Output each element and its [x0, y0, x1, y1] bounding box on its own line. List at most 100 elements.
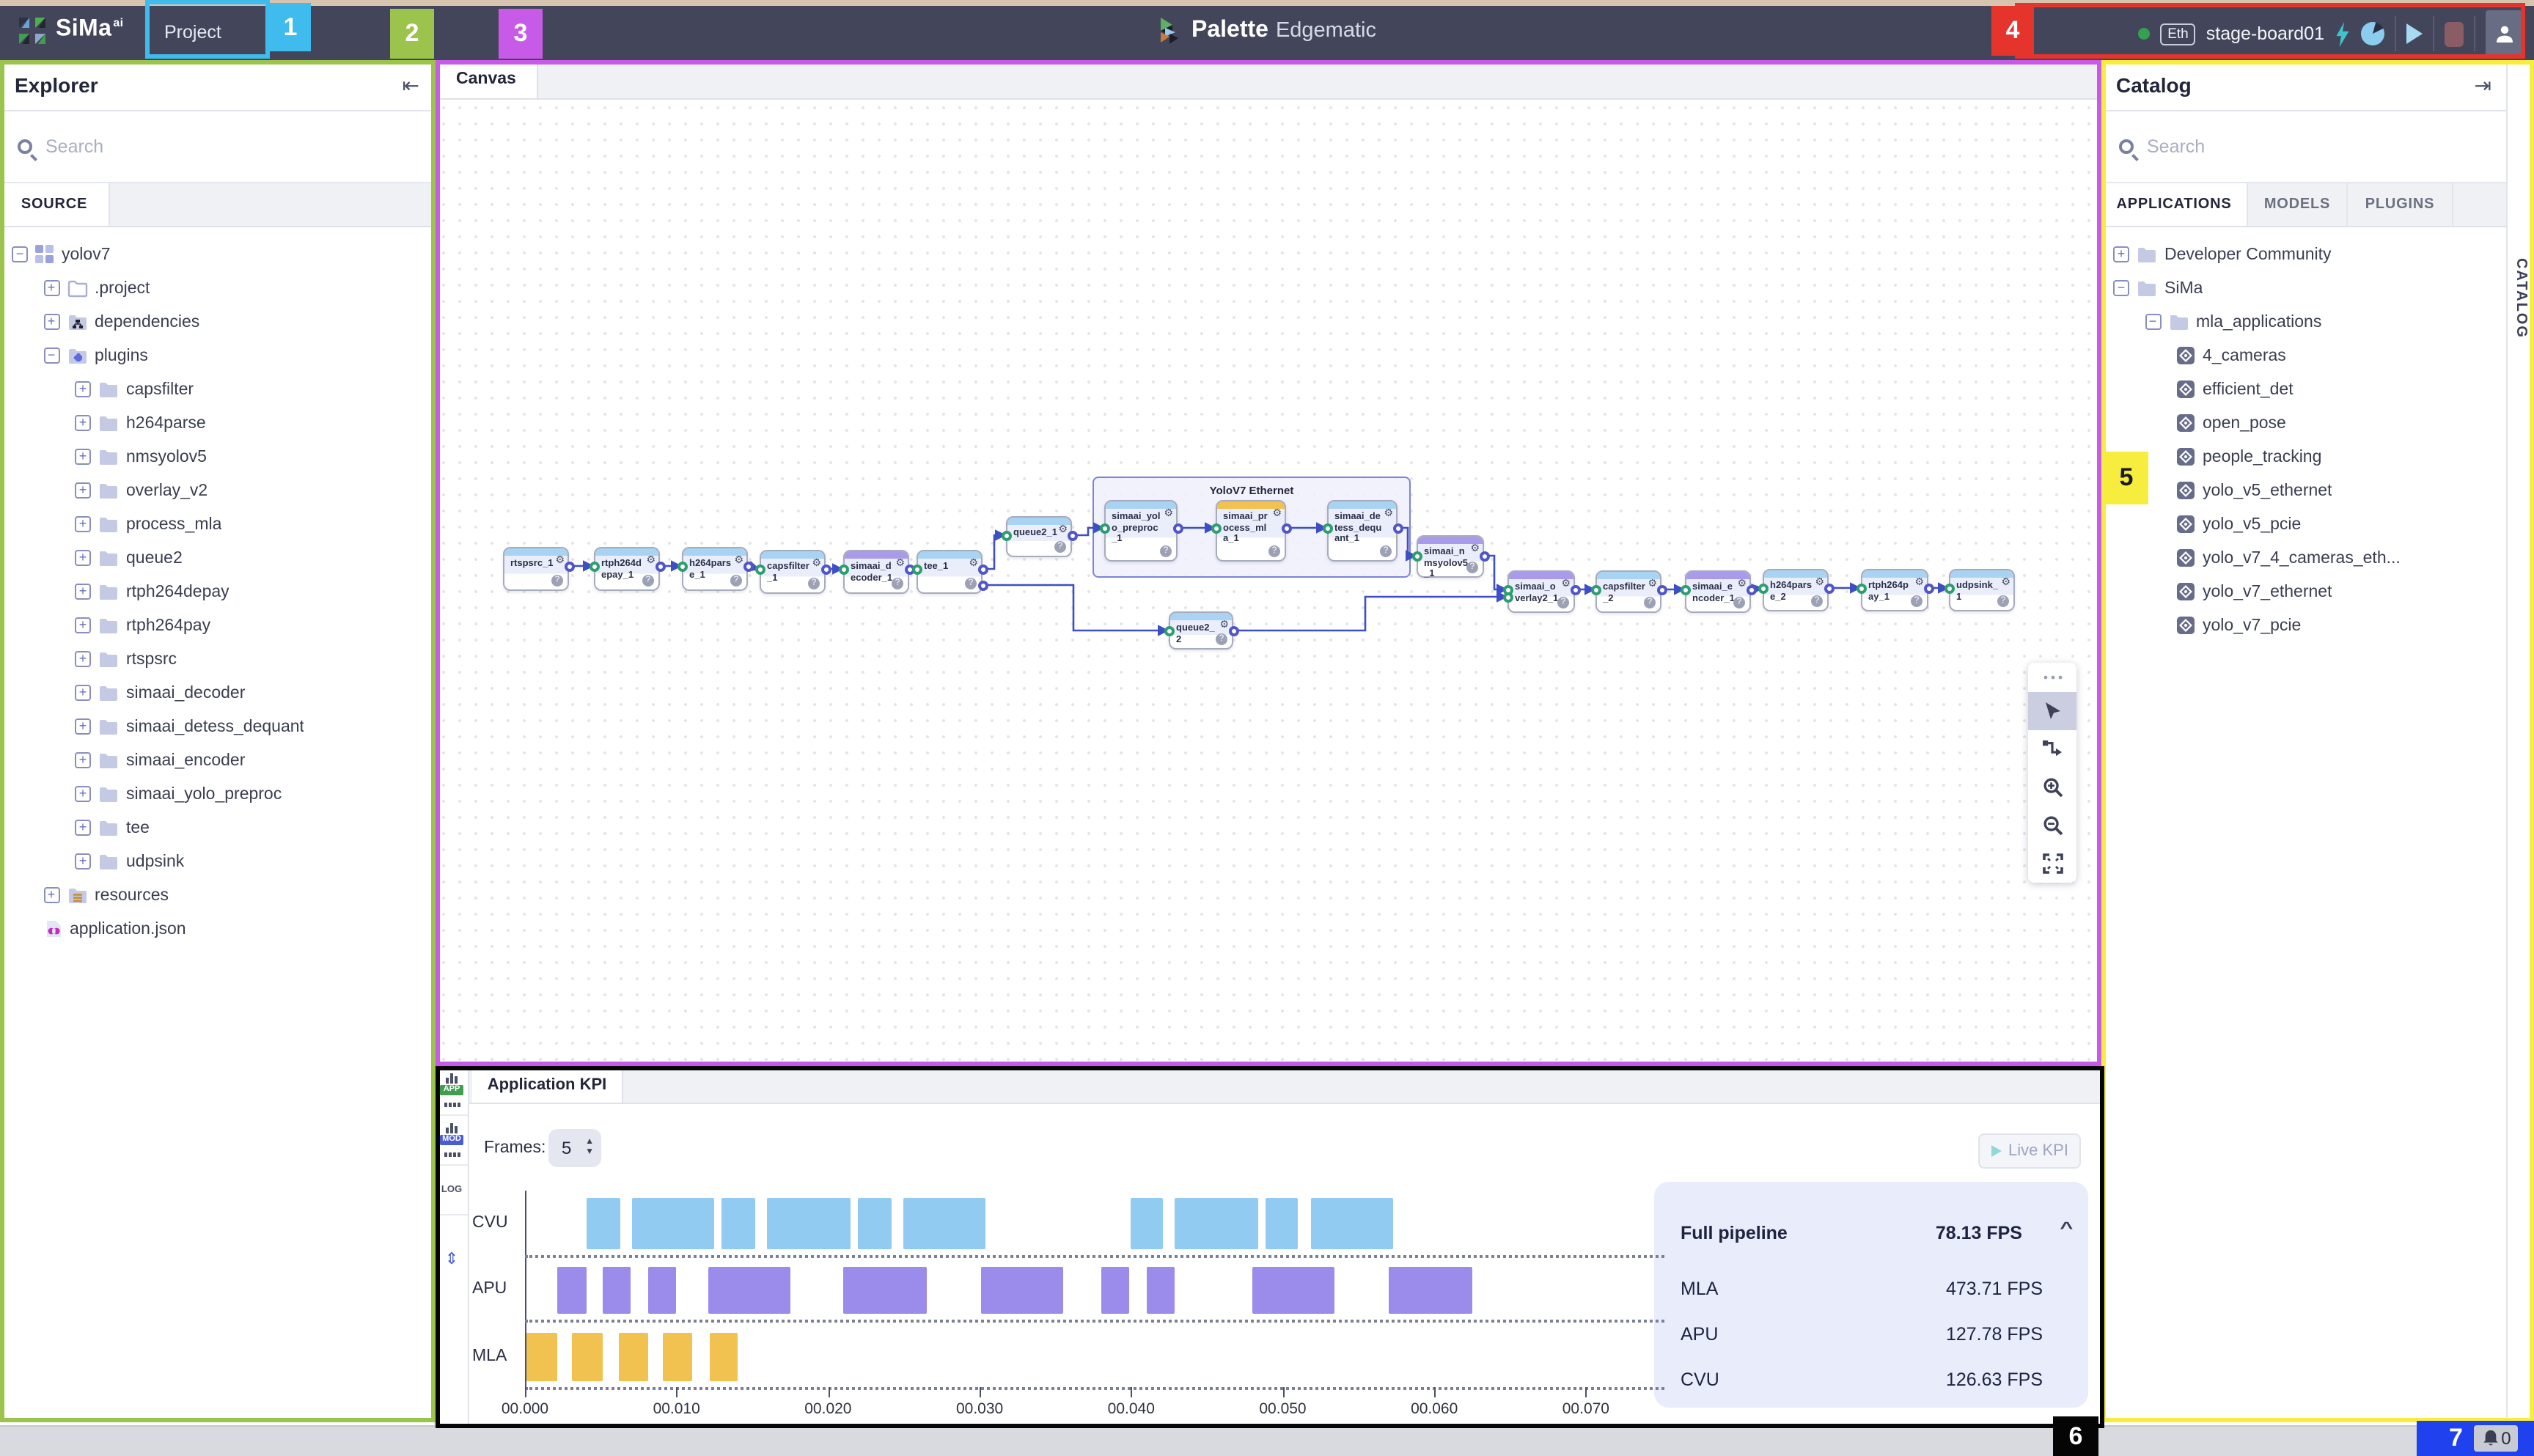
- more-icon[interactable]: [2028, 663, 2076, 692]
- tree-item-yolo-v5-ethernet[interactable]: yolo_v5_ethernet: [2101, 474, 2506, 507]
- node-simaai_nmsyolov5_1[interactable]: simaai_nmsyolov5_1 ⚙ ?: [1417, 535, 1484, 578]
- tab-applications[interactable]: APPLICATIONS: [2101, 183, 2248, 226]
- expand-right-icon[interactable]: ⇥: [2475, 73, 2491, 98]
- tree-item-yolov7[interactable]: −yolov7: [0, 238, 434, 271]
- tree-item-people-tracking[interactable]: people_tracking: [2101, 440, 2506, 474]
- catalog-side-tab[interactable]: CATALOG: [2506, 60, 2534, 1425]
- device-name[interactable]: stage-board01: [2206, 23, 2324, 44]
- node-h264parse_2[interactable]: h264parse_2 ⚙ ?: [1763, 569, 1829, 611]
- tree-item-application-json[interactable]: application.json: [0, 912, 434, 946]
- input-port[interactable]: [589, 561, 599, 571]
- zoom-in-icon[interactable]: [2028, 768, 2076, 806]
- expand-icon[interactable]: +: [75, 415, 91, 431]
- input-port[interactable]: [677, 561, 687, 571]
- output-port[interactable]: [1746, 584, 1756, 595]
- output-port[interactable]: [1067, 530, 1077, 540]
- tree-item-nmsyolov5[interactable]: +nmsyolov5: [0, 440, 434, 474]
- help-icon[interactable]: ?: [1811, 595, 1823, 607]
- expand-icon[interactable]: +: [75, 516, 91, 532]
- power-bolt-icon[interactable]: [2335, 21, 2351, 46]
- gear-icon[interactable]: ⚙: [895, 559, 905, 569]
- tree-item-plugins[interactable]: −plugins: [0, 339, 434, 372]
- input-port[interactable]: [1944, 583, 1954, 593]
- tree-item-capsfilter[interactable]: +capsfilter: [0, 372, 434, 406]
- expand-icon[interactable]: +: [75, 617, 91, 633]
- gear-icon[interactable]: ⚙: [1272, 509, 1282, 519]
- tree-item-open-pose[interactable]: open_pose: [2101, 406, 2506, 440]
- expand-icon[interactable]: +: [75, 651, 91, 667]
- node-rtph264pay_1[interactable]: rtph264pay_1 ⚙ ?: [1861, 569, 1928, 611]
- gear-icon[interactable]: ⚙: [1219, 620, 1229, 630]
- collapse-icon[interactable]: −: [43, 348, 59, 364]
- kpi-side-app[interactable]: APP: [436, 1066, 468, 1116]
- catalog-search-input[interactable]: [2147, 136, 2442, 157]
- input-port[interactable]: [1856, 583, 1866, 593]
- gear-icon[interactable]: ⚙: [969, 559, 978, 569]
- gear-icon[interactable]: ⚙: [555, 556, 565, 566]
- expand-icon[interactable]: +: [75, 550, 91, 566]
- cursor-icon[interactable]: [2028, 692, 2076, 730]
- output-port[interactable]: [1172, 523, 1183, 533]
- tree-item-udpsink[interactable]: +udpsink: [0, 845, 434, 878]
- tab-models[interactable]: MODELS: [2248, 183, 2348, 226]
- expand-icon[interactable]: +: [43, 887, 59, 903]
- gear-icon[interactable]: ⚙: [1737, 579, 1747, 589]
- expand-icon[interactable]: +: [43, 280, 59, 296]
- input-port[interactable]: [911, 564, 922, 574]
- output-port[interactable]: [743, 561, 753, 571]
- fit-screen-icon[interactable]: [2028, 845, 2076, 883]
- output-port[interactable]: [1281, 523, 1291, 533]
- run-pipeline-icon[interactable]: [2406, 23, 2423, 44]
- output-port[interactable]: [564, 561, 574, 571]
- output-port[interactable]: [1570, 584, 1580, 595]
- tab-application-kpi[interactable]: Application KPI: [472, 1066, 623, 1103]
- tree-item-rtspsrc[interactable]: +rtspsrc: [0, 642, 434, 676]
- input-port[interactable]: [1164, 625, 1174, 636]
- node-simaai_decoder_1[interactable]: simaai_decoder_1 ⚙ ?: [843, 550, 909, 594]
- help-icon[interactable]: ?: [1054, 541, 1066, 553]
- node-capsfilter_2[interactable]: capsfilter_2 ⚙ ?: [1595, 570, 1661, 613]
- input-port[interactable]: [1099, 523, 1109, 533]
- output-port[interactable]: [820, 564, 831, 574]
- tree-item-yolo-v5-pcie[interactable]: yolo_v5_pcie: [2101, 507, 2506, 541]
- help-icon[interactable]: ?: [965, 578, 977, 589]
- help-icon[interactable]: ?: [1733, 597, 1745, 608]
- help-icon[interactable]: ?: [808, 578, 820, 589]
- tab-source[interactable]: SOURCE: [0, 183, 110, 226]
- output-port[interactable]: [1656, 584, 1667, 595]
- node-rtspsrc_1[interactable]: rtspsrc_1 ⚙ ?: [503, 547, 569, 591]
- gear-icon[interactable]: ⚙: [1914, 578, 1924, 588]
- help-icon[interactable]: ?: [892, 578, 903, 589]
- output-port[interactable]: [655, 561, 665, 571]
- node-queue2_2[interactable]: queue2_2 ⚙ ?: [1169, 611, 1233, 650]
- help-icon[interactable]: ?: [730, 575, 742, 587]
- gear-icon[interactable]: ⚙: [1164, 509, 1173, 519]
- expand-icon[interactable]: +: [75, 752, 91, 768]
- tree-item-yolo-v7-4-cameras-eth-[interactable]: yolo_v7_4_cameras_eth...: [2101, 541, 2506, 575]
- expand-icon[interactable]: +: [75, 853, 91, 869]
- node-queue2_1[interactable]: queue2_1 ⚙ ?: [1006, 516, 1072, 557]
- gear-icon[interactable]: ⚙: [1561, 579, 1571, 589]
- input-port[interactable]: [754, 564, 765, 574]
- node-simaai_process_mla_1[interactable]: simaai_process_mla_1 ⚙ ?: [1216, 500, 1286, 562]
- gear-icon[interactable]: ⚙: [1470, 544, 1480, 554]
- collapse-left-icon[interactable]: ⇤: [403, 73, 419, 98]
- node-capsfilter_1[interactable]: capsfilter_1 ⚙ ?: [760, 550, 826, 594]
- collapse-icon[interactable]: −: [2113, 280, 2129, 296]
- output-port[interactable]: [1824, 583, 1834, 593]
- input-port[interactable]: [838, 564, 848, 574]
- kpi-side-mod[interactable]: MOD: [436, 1116, 468, 1166]
- node-h264parse_1[interactable]: h264parse_1 ⚙ ?: [682, 547, 748, 591]
- expand-icon[interactable]: +: [75, 718, 91, 735]
- help-icon[interactable]: ?: [551, 575, 563, 587]
- expand-icon[interactable]: +: [75, 820, 91, 836]
- node-simaai_encoder_1[interactable]: simaai_encoder_1 ⚙ ?: [1685, 570, 1751, 613]
- frames-stepper[interactable]: 5 ▲▼: [548, 1129, 601, 1167]
- zoom-out-icon[interactable]: [2028, 806, 2076, 845]
- tree-item-simaai-decoder[interactable]: +simaai_decoder: [0, 676, 434, 710]
- tree-item-sima[interactable]: −SiMa: [2101, 271, 2506, 305]
- tree-item-simaai-yolo-preproc[interactable]: +simaai_yolo_preproc: [0, 777, 434, 811]
- input-port[interactable]: [1411, 551, 1422, 561]
- help-icon[interactable]: ?: [1997, 595, 2009, 607]
- tree-item--project[interactable]: +.project: [0, 271, 434, 305]
